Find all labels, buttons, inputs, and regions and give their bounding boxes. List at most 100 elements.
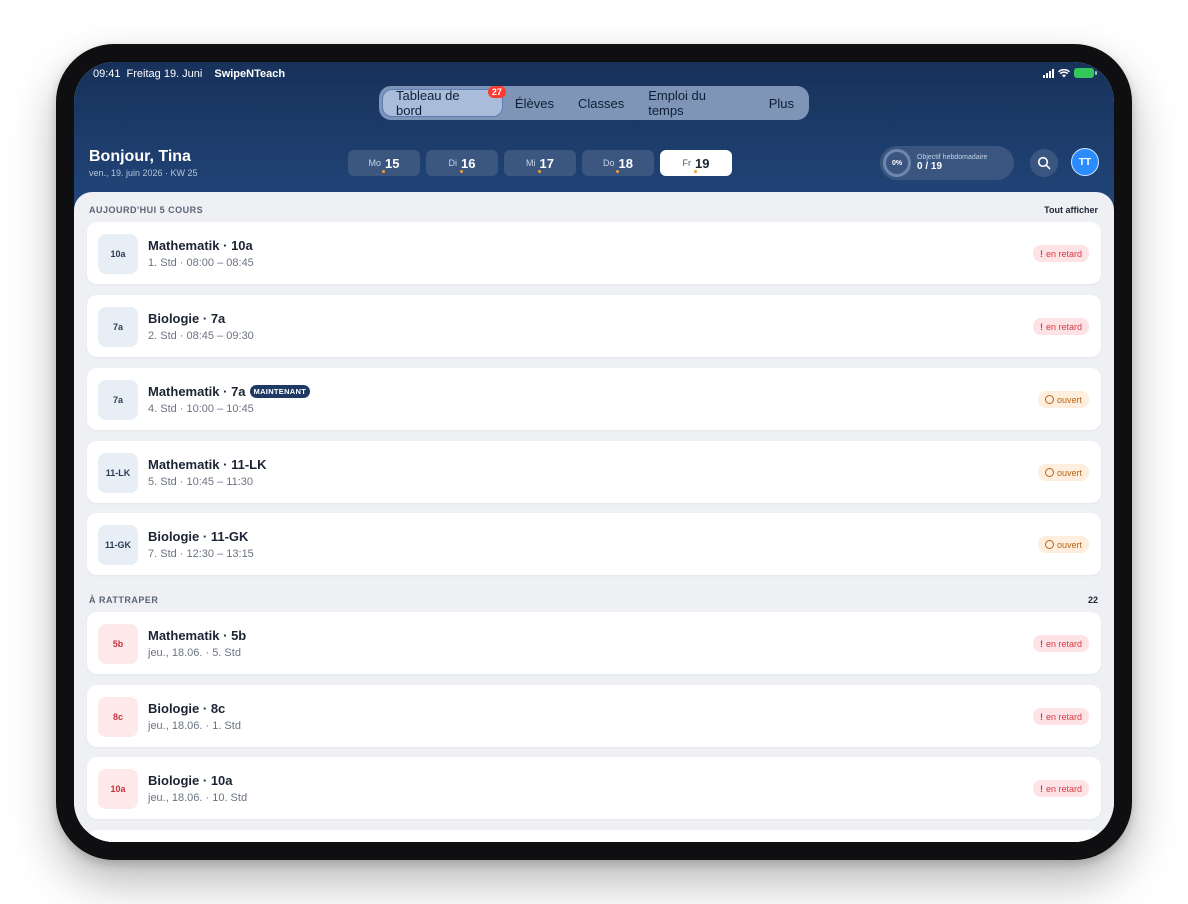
status-bar: 09:41 Freitag 19. Juni SwipeNTeach	[93, 68, 285, 80]
lesson-title-text: Biologie · 8c	[148, 701, 226, 716]
lesson-title: Mathematik · 10a	[148, 238, 253, 253]
nav-tab-label: Emploi du temps	[648, 88, 707, 118]
circle-icon	[1044, 540, 1054, 549]
status-badge: ! en retard	[1032, 635, 1089, 652]
lesson-title: Mathematik · 5b	[148, 628, 246, 643]
status-badge: ouvert	[1037, 536, 1089, 553]
lesson-title-text: Mathematik · 5b	[148, 628, 247, 643]
class-tile: 11-LK	[98, 453, 138, 493]
lesson-time: 2. Std · 08:45 – 09:30	[148, 330, 254, 342]
lesson-card[interactable]: 11-LK Mathematik · 11-LK 5. Std · 10:45 …	[87, 441, 1101, 503]
week-day-selector: Mo 15 Di 16 Mi 17 Do 18 Fr 19	[348, 150, 732, 176]
lesson-title: Mathematik · 11-LK	[148, 457, 266, 472]
catchup-card[interactable]: 8c Biologie · 8c jeu., 18.06. · 1. Std !…	[87, 685, 1101, 747]
status-app-name: SwipeNTeach	[214, 68, 286, 80]
exclamation-icon: !	[1039, 248, 1043, 259]
status-text: ouvert	[1056, 394, 1082, 405]
section-header-today: AUJOURD'HUI 5 COURS Tout afficher	[89, 205, 1098, 215]
weekly-goal-widget[interactable]: 0% Objectif hebdomadaire 0 / 19	[880, 146, 1014, 180]
catchup-count: 22	[1087, 595, 1098, 605]
day-weekday: Di	[448, 158, 458, 168]
exclamation-icon: !	[1039, 321, 1043, 332]
catchup-card-partial[interactable]	[87, 830, 1101, 842]
show-all-link[interactable]: Tout afficher	[1044, 205, 1098, 215]
exclamation-icon: !	[1039, 783, 1043, 794]
greeting-date: ven., 19. juin 2026 · KW 25	[89, 168, 198, 178]
battery-icon	[1074, 68, 1097, 78]
status-text: en retard	[1045, 248, 1082, 259]
day-number: 17	[539, 155, 554, 171]
goal-label: Objectif hebdomadaire	[917, 154, 988, 161]
lesson-title-text: Mathematik · 10a	[148, 238, 253, 253]
nav-tab-dashboard[interactable]: Tableau de bord 27	[382, 86, 506, 118]
avatar[interactable]: TT	[1071, 148, 1099, 176]
search-button[interactable]	[1030, 149, 1058, 177]
day-weekday: Do	[603, 158, 615, 168]
catchup-card[interactable]: 5b Mathematik · 5b jeu., 18.06. · 5. Std…	[87, 612, 1101, 674]
day-number: 15	[385, 155, 400, 171]
nav-tab-students[interactable]: Élèves	[503, 89, 566, 117]
class-tile: 7a	[98, 307, 138, 347]
nav-tab-classes[interactable]: Classes	[566, 89, 636, 117]
status-date: Freitag 19. Juni	[126, 68, 203, 80]
nav-tab-label: Élèves	[514, 95, 554, 111]
lesson-card[interactable]: 7a Mathematik · 7a MAINTENANT 4. Std · 10…	[87, 368, 1101, 430]
nav-tab-label: Classes	[577, 95, 625, 111]
lesson-card[interactable]: 10a Mathematik · 10a 1. Std · 08:00 – 08…	[87, 222, 1101, 284]
lesson-title-text: Mathematik · 11-LK	[148, 457, 267, 472]
lesson-card[interactable]: 11-GK Biologie · 11-GK 7. Std · 12:30 – …	[87, 513, 1101, 575]
goal-progress-ring: 0%	[883, 149, 911, 177]
day-weekday: Mi	[526, 158, 536, 168]
exclamation-icon: !	[1039, 638, 1043, 649]
signal-icon	[1043, 68, 1054, 78]
now-badge: MAINTENANT	[249, 385, 311, 398]
lesson-time: 7. Std · 12:30 – 13:15	[148, 548, 254, 560]
lesson-title-text: Biologie · 10a	[148, 773, 233, 788]
class-tile: 10a	[98, 769, 138, 809]
status-badge: ! en retard	[1032, 780, 1089, 797]
lesson-title: Biologie · 8c	[148, 701, 225, 716]
status-badge: ouvert	[1037, 391, 1089, 408]
lesson-title: Biologie · 10a	[148, 773, 233, 788]
lesson-time: jeu., 18.06. · 10. Std	[148, 792, 248, 804]
status-indicators	[1043, 68, 1097, 78]
section-title: AUJOURD'HUI 5 COURS	[89, 205, 204, 215]
circle-icon	[1044, 395, 1054, 404]
catchup-card[interactable]: 10a Biologie · 10a jeu., 18.06. · 10. St…	[87, 757, 1101, 819]
status-text: en retard	[1045, 783, 1082, 794]
dashboard-content: AUJOURD'HUI 5 COURS Tout afficher 10a Ma…	[74, 192, 1114, 842]
nav-tab-more[interactable]: Plus	[757, 89, 806, 117]
lesson-title: Biologie · 7a	[148, 311, 225, 326]
day-chip-fr[interactable]: Fr 19	[660, 150, 732, 176]
lesson-title-text: Biologie · 7a	[148, 311, 226, 326]
class-tile: 8c	[98, 697, 138, 737]
lesson-title-text: Mathematik · 7a	[148, 384, 246, 399]
goal-value: 0 / 19	[917, 161, 943, 172]
class-tile: 5b	[98, 624, 138, 664]
search-icon	[1037, 156, 1051, 170]
day-number: 18	[618, 155, 633, 171]
wifi-icon	[1058, 68, 1070, 77]
nav-tab-label: Plus	[768, 95, 794, 111]
day-number: 19	[695, 155, 710, 171]
section-header-catchup: À RATTRAPER 22	[89, 595, 1098, 605]
class-tile: 11-GK	[98, 525, 138, 565]
circle-icon	[1044, 468, 1054, 477]
lesson-time: jeu., 18.06. · 1. Std	[148, 720, 241, 732]
exclamation-icon: !	[1039, 711, 1043, 722]
main-nav: Tableau de bord 27 Élèves Classes Emploi…	[379, 86, 809, 120]
lesson-card[interactable]: 7a Biologie · 7a 2. Std · 08:45 – 09:30 …	[87, 295, 1101, 357]
lesson-time: jeu., 18.06. · 5. Std	[148, 647, 241, 659]
day-chip-mi[interactable]: Mi 17	[504, 150, 576, 176]
day-number: 16	[461, 155, 476, 171]
day-chip-mo[interactable]: Mo 15	[348, 150, 420, 176]
section-title: À RATTRAPER	[89, 595, 159, 605]
nav-tab-timetable[interactable]: Emploi du temps	[636, 88, 757, 118]
status-badge: ouvert	[1037, 464, 1089, 481]
status-text: ouvert	[1056, 539, 1082, 550]
day-chip-do[interactable]: Do 18	[582, 150, 654, 176]
status-text: en retard	[1045, 638, 1082, 649]
lesson-title-text: Biologie · 11-GK	[148, 529, 249, 544]
status-badge: ! en retard	[1032, 318, 1089, 335]
day-chip-di[interactable]: Di 16	[426, 150, 498, 176]
